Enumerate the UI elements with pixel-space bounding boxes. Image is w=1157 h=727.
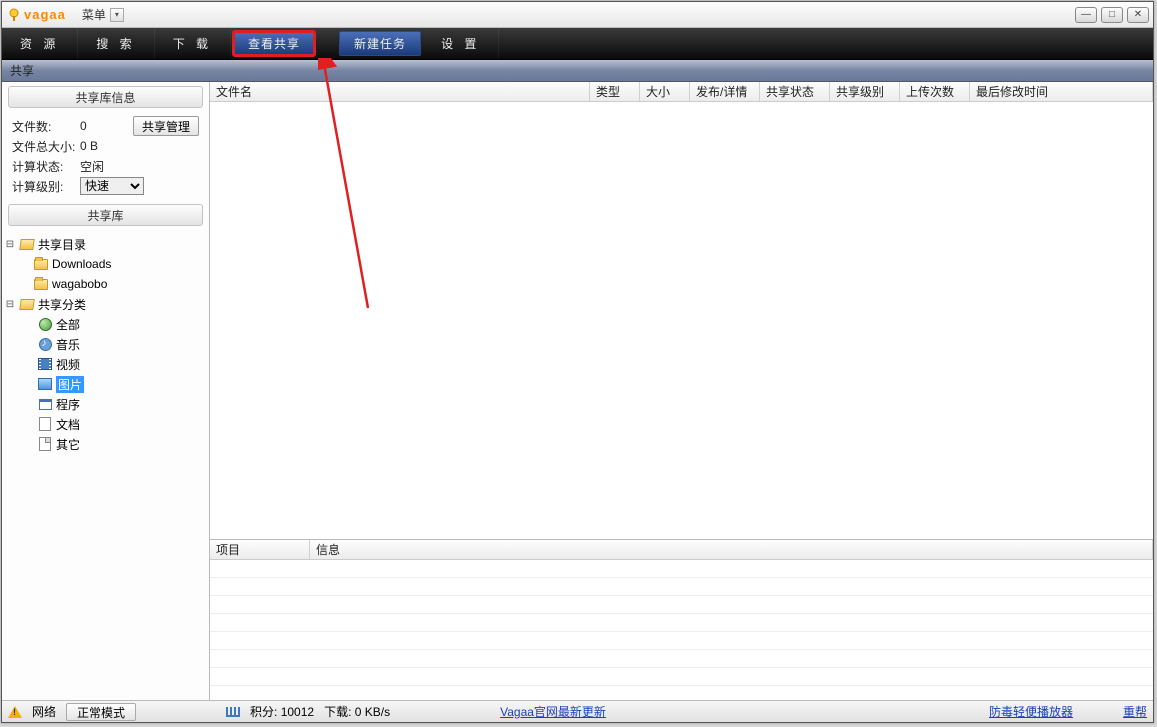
globe-icon (39, 318, 52, 331)
maximize-button[interactable]: □ (1101, 7, 1123, 23)
page-icon (39, 437, 51, 451)
minimize-button[interactable]: — (1075, 7, 1097, 23)
share-info-grid: 文件数: 0 共享管理 文件总大小: 0 B 计算状态: 空闲 计算级别: 快速 (2, 112, 209, 200)
network-icon (226, 707, 240, 717)
menu-label[interactable]: 菜单 (82, 6, 106, 23)
tree-share-cat[interactable]: ⊟共享分类 (4, 294, 207, 314)
info-row (210, 632, 1153, 650)
app-window: vagaa 菜单 ▾ — □ ✕ 资 源 搜 索 下 载 查看共享 新建任务 设… (1, 1, 1154, 723)
tree-share-dir[interactable]: ⊟共享目录 (4, 234, 207, 254)
tree-cat-doc[interactable]: 文档 (4, 414, 207, 434)
tab-resource[interactable]: 资 源 (2, 28, 78, 59)
label-total-size: 文件总大小: (12, 138, 80, 155)
label-calc-level: 计算级别: (12, 178, 80, 195)
tab-download[interactable]: 下 载 (155, 28, 231, 59)
tree-cat-image[interactable]: 图片 (4, 374, 207, 394)
file-list-body[interactable] (210, 102, 1153, 540)
label-calc-status: 计算状态: (12, 158, 80, 175)
close-button[interactable]: ✕ (1127, 7, 1149, 23)
share-manage-button[interactable]: 共享管理 (133, 116, 199, 136)
mode-button[interactable]: 正常模式 (66, 703, 136, 721)
tab-settings[interactable]: 设 置 (423, 28, 499, 59)
col-item[interactable]: 项目 (210, 540, 310, 559)
info-row (210, 650, 1153, 668)
panel-share-info: 共享库信息 (8, 86, 203, 108)
tab-search[interactable]: 搜 索 (78, 28, 154, 59)
document-icon (39, 417, 51, 431)
section-header-share: 共享 (2, 60, 1153, 82)
tree-cat-other[interactable]: 其它 (4, 434, 207, 454)
folder-icon (34, 279, 48, 290)
info-panel: 项目 信息 (210, 540, 1153, 700)
col-size[interactable]: 大小 (640, 82, 690, 101)
program-icon (39, 399, 52, 410)
app-logo-icon (6, 7, 22, 23)
window-controls: — □ ✕ (1075, 7, 1149, 23)
panel-share-lib: 共享库 (8, 204, 203, 226)
titlebar: vagaa 菜单 ▾ — □ ✕ (2, 2, 1153, 28)
col-share-status[interactable]: 共享状态 (760, 82, 830, 101)
app-brand: vagaa (24, 7, 66, 22)
col-pub-detail[interactable]: 发布/详情 (690, 82, 760, 101)
col-type[interactable]: 类型 (590, 82, 640, 101)
col-filename[interactable]: 文件名 (210, 82, 590, 101)
tree-cat-music[interactable]: 音乐 (4, 334, 207, 354)
info-row (210, 560, 1153, 578)
folder-open-icon (19, 299, 35, 310)
image-icon (38, 378, 52, 390)
info-row (210, 614, 1153, 632)
share-tree: ⊟共享目录 Downloads wagabobo ⊟共享分类 全部 音乐 视频 … (2, 230, 209, 700)
menu-dropdown-icon[interactable]: ▾ (110, 8, 124, 22)
tree-cat-video[interactable]: 视频 (4, 354, 207, 374)
video-icon (38, 358, 52, 370)
link-donate[interactable]: 重帮 (1123, 703, 1147, 720)
col-info[interactable]: 信息 (310, 540, 1153, 559)
content-area: 文件名 类型 大小 发布/详情 共享状态 共享级别 上传次数 最后修改时间 项目… (210, 82, 1153, 700)
info-row (210, 596, 1153, 614)
sidebar: 共享库信息 文件数: 0 共享管理 文件总大小: 0 B 计算状态: 空闲 计算… (2, 82, 210, 700)
file-list-header: 文件名 类型 大小 发布/详情 共享状态 共享级别 上传次数 最后修改时间 (210, 82, 1153, 102)
link-official-update[interactable]: Vagaa官网最新更新 (500, 703, 606, 720)
main-toolbar: 资 源 搜 索 下 载 查看共享 新建任务 设 置 (2, 28, 1153, 60)
info-panel-header: 项目 信息 (210, 540, 1153, 560)
col-share-level[interactable]: 共享级别 (830, 82, 900, 101)
statusbar: 网络 正常模式 积分: 10012 下载: 0 KB/s Vagaa官网最新更新… (2, 700, 1153, 722)
tab-view-share[interactable]: 查看共享 (233, 31, 315, 56)
link-av-player[interactable]: 防毒轻便播放器 (989, 703, 1073, 720)
folder-open-icon (19, 239, 35, 250)
music-icon (39, 338, 52, 351)
info-row (210, 578, 1153, 596)
tree-downloads[interactable]: Downloads (4, 254, 207, 274)
calc-level-select[interactable]: 快速 (80, 177, 144, 195)
value-calc-status: 空闲 (80, 158, 104, 175)
info-panel-rows (210, 560, 1153, 700)
folder-icon (34, 259, 48, 270)
tree-cat-program[interactable]: 程序 (4, 394, 207, 414)
value-file-count: 0 (80, 119, 87, 133)
info-row (210, 668, 1153, 686)
warning-icon (8, 706, 22, 718)
value-total-size: 0 B (80, 139, 98, 153)
main-area: 共享库信息 文件数: 0 共享管理 文件总大小: 0 B 计算状态: 空闲 计算… (2, 82, 1153, 700)
status-download-speed: 下载: 0 KB/s (324, 703, 390, 720)
col-last-modified[interactable]: 最后修改时间 (970, 82, 1153, 101)
col-upload-count[interactable]: 上传次数 (900, 82, 970, 101)
tree-cat-all[interactable]: 全部 (4, 314, 207, 334)
status-score: 积分: 10012 (250, 703, 314, 720)
label-file-count: 文件数: (12, 118, 80, 135)
tree-wagabobo[interactable]: wagabobo (4, 274, 207, 294)
status-network[interactable]: 网络 (32, 703, 56, 720)
tab-new-task[interactable]: 新建任务 (339, 31, 421, 56)
